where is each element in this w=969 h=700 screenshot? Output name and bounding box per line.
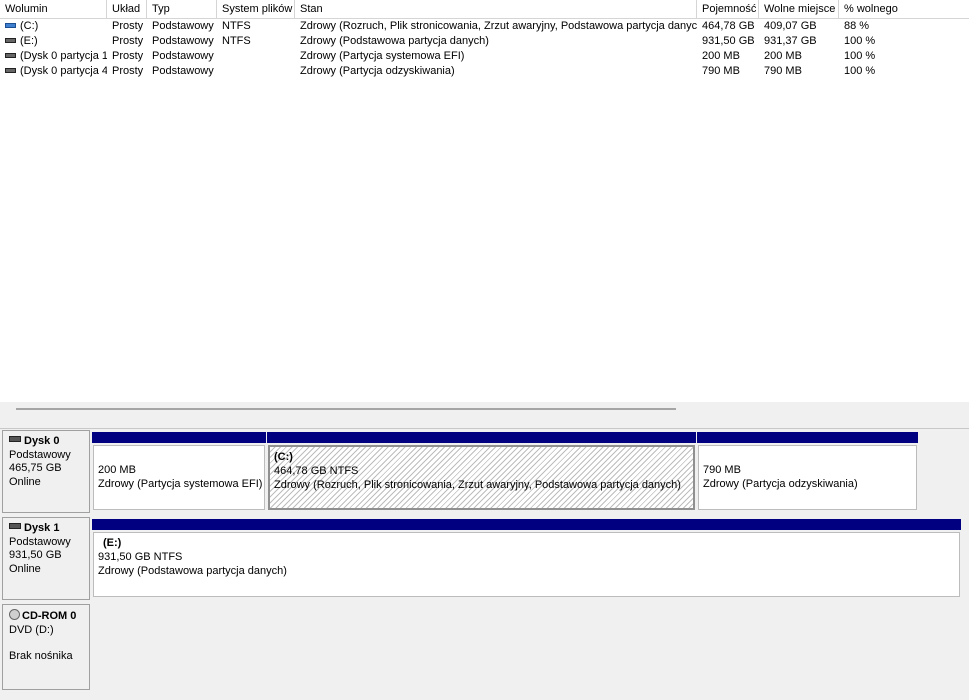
disk-name: Dysk 1 [24,522,60,534]
free-space-cell: 200 MB [764,50,802,62]
partition-recovery[interactable]: 790 MB Zdrowy (Partycja odzyskiwania) [697,432,918,511]
partition-status: Zdrowy (Partycja systemowa EFI) [98,478,263,490]
data-volume-icon [5,53,16,58]
partition-color-bar [697,432,918,443]
volume-name: (E:) [20,35,38,47]
table-row[interactable]: (Dysk 0 partycja 4) Prosty Podstawowy Zd… [0,64,969,79]
disk-type: Podstawowy [9,535,71,548]
percent-free-cell: 100 % [844,50,876,62]
cd-drive-icon [9,609,20,620]
cdrom-0-label[interactable]: CD-ROM 0 DVD (D:) Brak nośnika [2,604,90,690]
horizontal-scrollbar[interactable] [0,402,969,429]
disk-icon [9,436,21,442]
partition-size: 464,78 GB NTFS [274,465,359,477]
column-header-volume[interactable]: Wolumin [0,0,107,18]
column-header-filesystem[interactable]: System plików [217,0,295,18]
volume-name: (C:) [20,20,39,32]
disk-name: CD-ROM 0 [22,610,77,622]
column-header-status[interactable]: Stan [295,0,697,18]
layout-cell: Prosty [112,20,144,32]
partition-color-bar [267,432,696,443]
partition-size: 200 MB [98,464,136,476]
partition-color-bar [92,519,961,530]
capacity-cell: 790 MB [702,65,740,77]
drive-type: DVD (D:) [9,623,54,636]
layout-cell: Prosty [112,65,144,77]
filesystem-cell: NTFS [222,35,251,47]
partition-color-bar [92,432,266,443]
volume-name: (Dysk 0 partycja 4) [20,65,107,77]
status-cell: Zdrowy (Partycja systemowa EFI) [300,50,465,62]
status-cell: Zdrowy (Podstawowa partycja danych) [300,35,489,47]
partition-status: Zdrowy (Rozruch, Plik stronicowania, Zrz… [274,479,681,491]
partition-size: 931,50 GB NTFS [98,551,183,563]
table-row[interactable]: (Dysk 0 partycja 1) Prosty Podstawowy Zd… [0,49,969,64]
type-cell: Podstawowy [152,65,214,77]
free-space-cell: 409,07 GB [764,20,817,32]
partition-size: 790 MB [703,464,741,476]
type-cell: Podstawowy [152,50,214,62]
data-volume-icon [5,68,16,73]
volume-name: (Dysk 0 partycja 1) [20,50,107,62]
partition-title: (E:) [103,537,122,549]
table-row[interactable]: (C:) Prosty Podstawowy NTFS Zdrowy (Rozr… [0,19,969,34]
filesystem-cell: NTFS [222,20,251,32]
disk-size: 931,50 GB [9,549,62,561]
status-cell: Zdrowy (Rozruch, Plik stronicowania, Zrz… [300,20,697,32]
scrollbar-thumb[interactable] [16,408,676,410]
free-space-cell: 931,37 GB [764,35,817,47]
percent-free-cell: 88 % [844,20,870,32]
disk-type: Podstawowy [9,448,71,461]
partition-status: Zdrowy (Partycja odzyskiwania) [703,478,858,490]
cdrom-empty-area [92,604,961,690]
partition-status: Zdrowy (Podstawowa partycja danych) [98,565,287,577]
free-space-cell: 790 MB [764,65,802,77]
layout-cell: Prosty [112,50,144,62]
type-cell: Podstawowy [152,20,214,32]
capacity-cell: 464,78 GB [702,20,755,32]
partition-title: (C:) [274,451,293,463]
partition-c[interactable]: (C:) 464,78 GB NTFS Zdrowy (Rozruch, Pli… [267,432,696,511]
type-cell: Podstawowy [152,35,214,47]
partition-efi[interactable]: 200 MB Zdrowy (Partycja systemowa EFI) [92,432,266,511]
column-header-capacity[interactable]: Pojemność [697,0,759,18]
data-volume-icon [5,38,16,43]
percent-free-cell: 100 % [844,35,876,47]
media-status: Brak nośnika [9,650,73,662]
layout-cell: Prosty [112,35,144,47]
filesystem-cell [217,49,295,64]
column-header-layout[interactable]: Układ [107,0,147,18]
disk-state: Online [9,562,41,575]
percent-free-cell: 100 % [844,65,876,77]
system-volume-icon [5,23,16,28]
disk-name: Dysk 0 [24,435,60,447]
disk-1-label[interactable]: Dysk 1 Podstawowy 931,50 GB Online [2,517,90,600]
partition-e[interactable]: (E:) 931,50 GB NTFS Zdrowy (Podstawowa p… [92,519,961,598]
volume-list: Wolumin Układ Typ System plików Stan Poj… [0,0,969,402]
disk-icon [9,523,21,529]
table-row[interactable]: (E:) Prosty Podstawowy NTFS Zdrowy (Pods… [0,34,969,49]
disk-0-label[interactable]: Dysk 0 Podstawowy 465,75 GB Online [2,430,90,513]
capacity-cell: 200 MB [702,50,740,62]
column-header-free-space[interactable]: Wolne miejsce [759,0,839,18]
capacity-cell: 931,50 GB [702,35,755,47]
column-header-row: Wolumin Układ Typ System plików Stan Poj… [0,0,969,19]
status-cell: Zdrowy (Partycja odzyskiwania) [300,65,455,77]
filesystem-cell [217,64,295,79]
disk-graphical-view: Dysk 0 Podstawowy 465,75 GB Online 200 M… [0,429,969,700]
disk-size: 465,75 GB [9,462,62,474]
disk-state: Online [9,475,41,488]
column-header-type[interactable]: Typ [147,0,217,18]
column-header-percent-free[interactable]: % wolnego [839,0,969,18]
